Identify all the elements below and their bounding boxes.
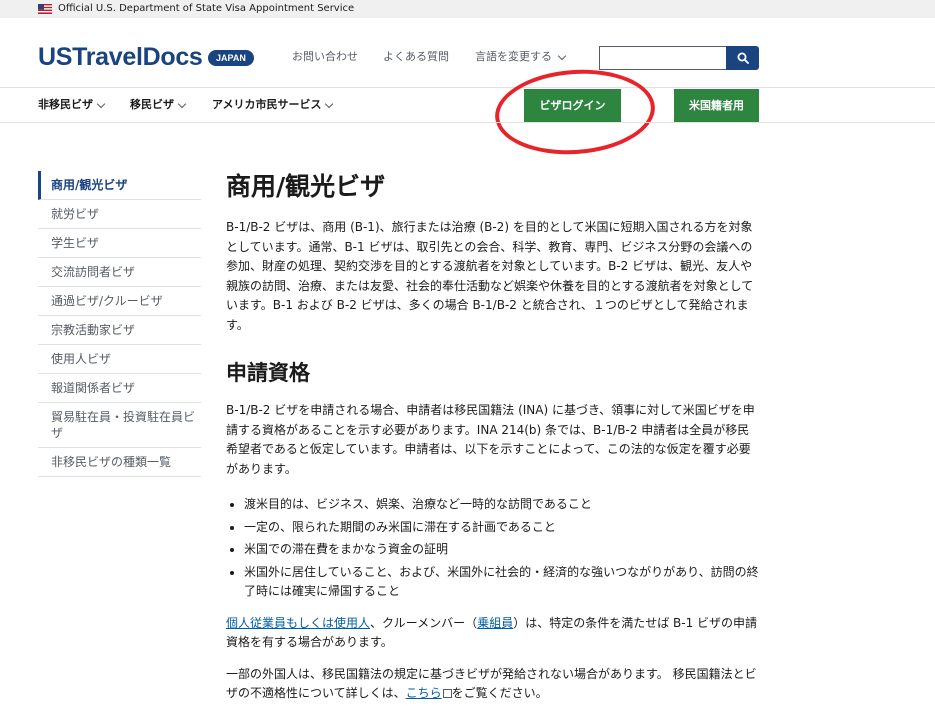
sidebar-item-student[interactable]: 学生ビザ bbox=[38, 229, 201, 258]
intro-paragraph: B-1/B-2 ビザは、商用 (B-1)、旅行または治療 (B-2) を目的とし… bbox=[226, 220, 754, 332]
external-link-icon bbox=[442, 689, 452, 698]
sidebar-item-domestic-employee[interactable]: 使用人ビザ bbox=[38, 345, 201, 374]
site-logo[interactable]: USTravelDocs bbox=[38, 42, 203, 72]
chevron-down-icon bbox=[96, 99, 106, 108]
crew-text: 、クルーメンバー（ bbox=[370, 615, 478, 630]
country-badge: JAPAN bbox=[208, 50, 254, 66]
search-button[interactable] bbox=[726, 46, 759, 70]
ineligibility-text-end: をご覧ください。 bbox=[451, 686, 548, 700]
eligibility-heading: 申請資格 bbox=[226, 361, 310, 385]
list-item: 米国での滞在費をまかなう資金の証明 bbox=[244, 540, 761, 560]
nav-label: 非移民ビザ bbox=[38, 98, 93, 111]
nav-divider bbox=[0, 122, 935, 123]
us-flag-icon bbox=[38, 4, 52, 14]
list-item: 渡米目的は、ビジネス、娯楽、治療など一時的な訪問であること bbox=[244, 495, 761, 515]
nav-immigrant-visa[interactable]: 移民ビザ bbox=[130, 97, 187, 113]
sidebar-item-exchange-visitor[interactable]: 交流訪問者ビザ bbox=[38, 258, 201, 287]
requirements-list: 渡米目的は、ビジネス、娯楽、治療など一時的な訪問であること 一定の、限られた期間… bbox=[244, 495, 761, 602]
sidebar-item-business-tourist[interactable]: 商用/観光ビザ bbox=[38, 171, 201, 200]
search-icon bbox=[737, 52, 749, 64]
gov-banner: Official U.S. Department of State Visa A… bbox=[0, 0, 935, 18]
sidebar-item-transit-crew[interactable]: 通過ビザ/クルービザ bbox=[38, 287, 201, 316]
crew-link[interactable]: 乗組員 bbox=[477, 616, 513, 630]
eligibility-paragraph: B-1/B-2 ビザを申請される場合、申請者は移民国籍法 (INA) に基づき、… bbox=[226, 403, 755, 476]
list-item: 一定の、限られた期間のみ米国に滞在する計画であること bbox=[244, 518, 761, 538]
chevron-down-icon bbox=[557, 51, 567, 60]
chevron-down-icon bbox=[325, 99, 334, 108]
sidebar-item-religious[interactable]: 宗教活動家ビザ bbox=[38, 316, 201, 345]
nav-us-citizen-services[interactable]: アメリカ市民サービス bbox=[212, 97, 334, 113]
nav-label: 移民ビザ bbox=[130, 98, 174, 111]
chevron-down-icon bbox=[177, 99, 187, 108]
header-divider bbox=[0, 87, 935, 88]
sidebar-item-journalist[interactable]: 報道関係者ビザ bbox=[38, 374, 201, 403]
domestic-employee-link[interactable]: 個人従業員もしくは使用人 bbox=[226, 616, 370, 630]
ineligibility-paragraph: 一部の外国人は、移民国籍法の規定に基づきビザが発給されない場合があります。 移民… bbox=[226, 665, 761, 704]
ineligibility-link[interactable]: こちら bbox=[406, 686, 442, 700]
main-content: 商用/観光ビザ B-1/B-2 ビザは、商用 (B-1)、旅行または治療 (B-… bbox=[226, 170, 761, 704]
contact-link[interactable]: お問い合わせ bbox=[292, 49, 358, 65]
faq-link[interactable]: よくある質問 bbox=[383, 49, 449, 65]
search-input[interactable] bbox=[599, 46, 727, 70]
nav-label: アメリカ市民サービス bbox=[212, 98, 322, 111]
language-selector[interactable]: 言語を変更する bbox=[475, 49, 567, 65]
language-selector-label: 言語を変更する bbox=[475, 50, 552, 63]
us-citizen-button[interactable]: 米国籍者用 bbox=[674, 89, 759, 122]
list-item: 米国外に居住していること、および、米国外に社会的・経済的な強いつながりがあり、訪… bbox=[244, 563, 761, 602]
sidebar-item-treaty-trader[interactable]: 貿易駐在員・投資駐在員ビザ bbox=[38, 403, 201, 448]
sidebar-item-work[interactable]: 就労ビザ bbox=[38, 200, 201, 229]
sidebar-nav: 商用/観光ビザ 就労ビザ 学生ビザ 交流訪問者ビザ 通過ビザ/クルービザ 宗教活… bbox=[38, 171, 201, 477]
annotation-circle bbox=[492, 64, 658, 160]
crew-paragraph: 個人従業員もしくは使用人、クルーメンバー（乗組員）は、特定の条件を満たせば B-… bbox=[226, 614, 761, 653]
sidebar-item-all-visa-types[interactable]: 非移民ビザの種類一覧 bbox=[38, 448, 201, 477]
page-title: 商用/観光ビザ bbox=[226, 172, 386, 201]
nav-nonimmigrant-visa[interactable]: 非移民ビザ bbox=[38, 97, 106, 113]
gov-banner-text: Official U.S. Department of State Visa A… bbox=[58, 3, 355, 14]
